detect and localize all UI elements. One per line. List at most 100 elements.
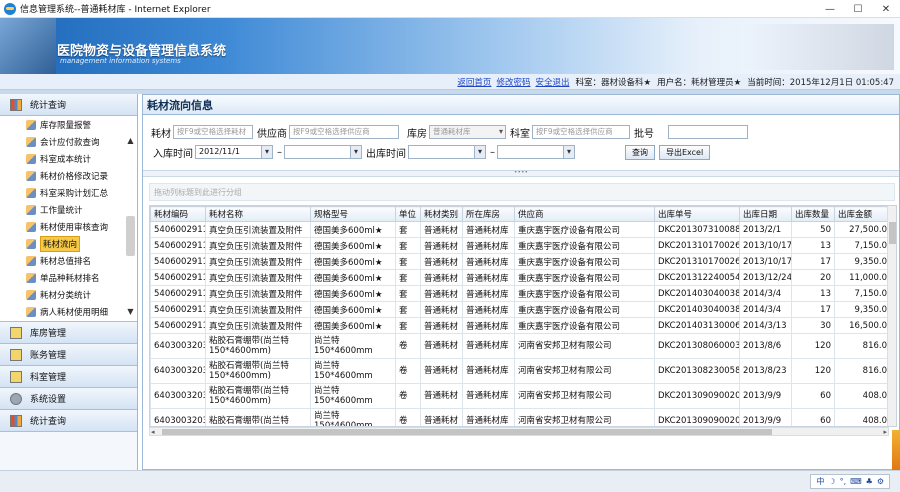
table-cell: 普通耗材库 — [462, 253, 515, 270]
keyboard-icon[interactable]: ⌨ — [850, 477, 862, 486]
sidebar-item[interactable]: 耗材使用审核查询 — [0, 218, 137, 235]
column-header[interactable]: 耗材名称 — [205, 206, 311, 222]
punctuation-icon[interactable]: °, — [840, 477, 847, 486]
chevron-right-icon[interactable]: ▸ — [883, 428, 887, 436]
table-cell: 7,150.0 — [834, 237, 891, 254]
table-cell: DKC201309090020 — [654, 408, 740, 426]
sidebar-header-settings[interactable]: 系统设置 — [0, 388, 137, 410]
scrollbar-thumb[interactable] — [126, 216, 135, 256]
sidebar-item[interactable]: 单品种耗材排名 — [0, 269, 137, 286]
sidebar-item[interactable]: 耗材价格修改记录 — [0, 167, 137, 184]
table-row[interactable]: 6403003203 粘胶石膏绷带(尚兰特150*4600mm) 尚兰特150*46… — [150, 333, 891, 359]
query-button[interactable]: 查询 — [625, 144, 655, 160]
column-header[interactable]: 出库日期 — [739, 206, 792, 222]
table-cell: 普通耗材 — [420, 269, 463, 286]
chevron-down-icon[interactable]: ▼ — [126, 307, 135, 316]
table-cell: 2014/3/4 — [739, 301, 792, 318]
scrollbar-thumb[interactable] — [162, 429, 772, 435]
calendar-dropdown-icon[interactable]: ▾ — [261, 146, 272, 158]
table-row[interactable]: 6403003203 粘胶石膏绷带(尚兰特150*4600mm) 尚兰特150*46… — [150, 358, 891, 384]
table-cell: 16,500.0 — [834, 317, 891, 334]
moon-icon[interactable]: ☽ — [828, 477, 835, 486]
dept-input[interactable]: 按F9或空格选择供应商 — [532, 125, 630, 139]
table-row[interactable]: 5406002911 真空负压引流装置及附件 德国美多600ml★ 套普通耗材 普通耗材… — [150, 285, 891, 302]
grid-vertical-scrollbar[interactable] — [887, 206, 896, 426]
out-time-to-picker[interactable]: ▾ — [497, 145, 575, 159]
table-cell: 17 — [791, 301, 835, 318]
table-row[interactable]: 6403003203 粘胶石膏绷带(尚兰特150*4600mm) 尚兰特150*46… — [150, 383, 891, 409]
table-cell: 120 — [791, 358, 835, 384]
column-header[interactable]: 规格型号 — [310, 206, 396, 222]
calendar-dropdown-icon[interactable]: ▾ — [563, 146, 574, 158]
window-title: 信息管理系统--普通耗材库 - Internet Explorer — [20, 5, 211, 15]
warehouse-select[interactable]: 普通耗材库 — [429, 125, 506, 139]
home-link[interactable]: 返回首页 — [457, 76, 491, 88]
time-value: 2015年12月1日 01:05:47 — [789, 77, 894, 88]
sidebar-header-department[interactable]: 科室管理 — [0, 366, 137, 388]
material-input[interactable]: 按F9或空格选择耗材 — [173, 125, 253, 139]
table-row[interactable]: 5406002911 真空负压引流装置及附件 德国美多600ml★ 套普通耗材 普通耗材… — [150, 269, 891, 286]
minimize-button[interactable]: — — [816, 0, 844, 18]
grid-horizontal-scrollbar[interactable]: ◂ ▸ — [149, 427, 889, 436]
table-row[interactable]: 5406002911 真空负压引流装置及附件 德国美多600ml★ 套普通耗材 普通耗材… — [150, 301, 891, 318]
supplier-input[interactable]: 按F9或空格选择供应商 — [289, 125, 399, 139]
sidebar-item[interactable]: 科室成本统计 — [0, 150, 137, 167]
table-row[interactable]: 5406002911 真空负压引流装置及附件 德国美多600ml★ 套普通耗材 普通耗材… — [150, 253, 891, 270]
table-cell: 重庆嘉宇医疗设备有限公司 — [514, 221, 655, 238]
column-header[interactable]: 耗材类别 — [420, 206, 463, 222]
column-header[interactable]: 所在库房 — [462, 206, 515, 222]
calendar-dropdown-icon[interactable]: ▾ — [474, 146, 485, 158]
skin-icon[interactable]: ♣ — [866, 477, 873, 486]
column-header[interactable]: 出库单号 — [654, 206, 740, 222]
taskbar: 中 ☽ °, ⌨ ♣ ⚙ — [0, 470, 900, 492]
side-accent — [892, 430, 900, 470]
chevron-left-icon[interactable]: ◂ — [151, 428, 155, 436]
table-row[interactable]: 5406002911 真空负压引流装置及附件 德国美多600ml★ 套普通耗材 普通耗材… — [150, 237, 891, 254]
table-cell: 套 — [395, 221, 421, 238]
table-cell: 德国美多600ml★ — [310, 269, 396, 286]
maximize-button[interactable]: ☐ — [844, 0, 872, 18]
sidebar-item-active[interactable]: 耗材流向 — [0, 235, 137, 252]
table-cell: 卷 — [395, 358, 421, 384]
scrollbar-thumb[interactable] — [889, 222, 896, 244]
sidebar-item[interactable]: 库存限量报警 — [0, 116, 137, 133]
sidebar-header-stats[interactable]: 统计查询 — [0, 94, 137, 116]
sidebar-scrollbar[interactable]: ▲ ▼ — [126, 136, 135, 316]
column-header[interactable]: 出库数量 — [791, 206, 835, 222]
sidebar-item[interactable]: 工作量统计 — [0, 201, 137, 218]
table-row[interactable]: 6403003203 粘胶石膏绷带(尚兰特 尚兰特150*4600mm 卷普通耗材 普通… — [150, 408, 891, 426]
pencil-icon — [26, 136, 36, 147]
in-time-to-picker[interactable]: ▾ — [284, 145, 362, 159]
sidebar-item[interactable]: 会计应付款查询 — [0, 133, 137, 150]
column-header[interactable]: 供应商 — [514, 206, 655, 222]
table-row[interactable]: 5406002911 真空负压引流装置及附件 德国美多600ml★ 套普通耗材 普通耗材… — [150, 221, 891, 238]
change-password-link[interactable]: 修改密码 — [496, 76, 530, 88]
sidebar-header-accounts[interactable]: 账务管理 — [0, 344, 137, 366]
in-time-from-picker[interactable]: 2012/11/1 ▾ — [195, 145, 273, 159]
column-header[interactable]: 出库金额 — [834, 206, 891, 222]
chevron-up-icon[interactable]: ▲ — [126, 136, 135, 145]
logout-link[interactable]: 安全退出 — [535, 76, 569, 88]
sidebar-item[interactable]: 耗材分类统计 — [0, 286, 137, 303]
table-cell: 粘胶石膏绷带(尚兰特150*4600mm) — [205, 333, 311, 359]
dept-value: 器材设备科★ — [600, 77, 652, 88]
close-button[interactable]: ✕ — [872, 0, 900, 18]
sidebar-header-stats-bottom[interactable]: 统计查询 — [0, 410, 137, 432]
group-by-area[interactable]: 拖动列标题到此进行分组 — [149, 183, 895, 201]
sidebar-item[interactable]: 耗材总值排名 — [0, 252, 137, 269]
table-row[interactable]: 5406002911 真空负压引流装置及附件 德国美多600ml★ 套普通耗材 普通耗材… — [150, 317, 891, 334]
column-header[interactable]: 耗材编码 — [150, 206, 206, 222]
settings-icon[interactable]: ⚙ — [877, 477, 884, 486]
panel-splitter[interactable]: •••• — [143, 170, 899, 177]
sidebar-item[interactable]: 病人耗材使用明细 — [0, 303, 137, 320]
sidebar-header-warehouse[interactable]: 库房管理 — [0, 322, 137, 344]
out-time-from-picker[interactable]: ▾ — [408, 145, 486, 159]
sidebar-item[interactable]: 科室采购计划汇总 — [0, 184, 137, 201]
table-cell: 2013/8/6 — [739, 333, 792, 359]
ime-mode-icon[interactable]: 中 — [816, 476, 824, 487]
export-excel-button[interactable]: 导出Excel — [659, 144, 711, 160]
column-header[interactable]: 单位 — [395, 206, 421, 222]
table-cell: 普通耗材库 — [462, 317, 515, 334]
batch-input[interactable] — [668, 125, 748, 139]
calendar-dropdown-icon[interactable]: ▾ — [350, 146, 361, 158]
